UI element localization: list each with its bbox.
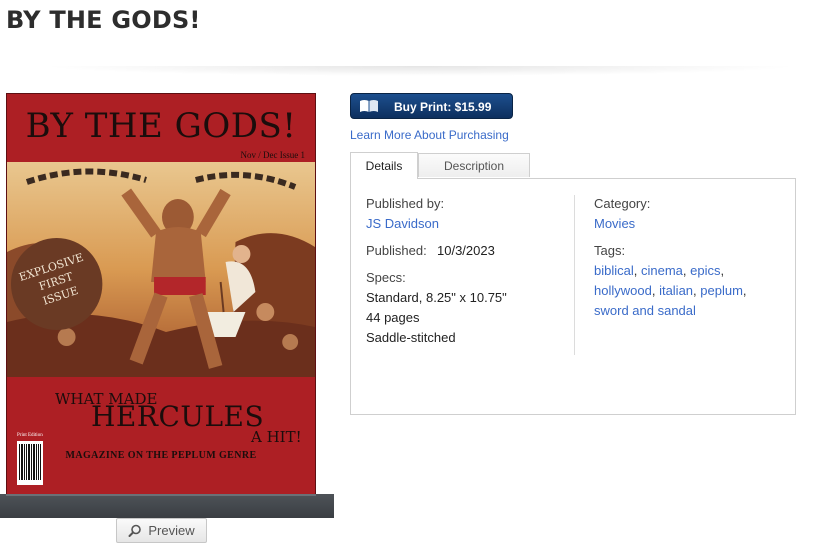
tag-link[interactable]: italian bbox=[659, 283, 693, 298]
tags-label: Tags: bbox=[594, 243, 626, 258]
tag-link[interactable]: cinema bbox=[641, 263, 683, 278]
specs-size: Standard, 8.25" x 10.75" bbox=[366, 290, 507, 305]
tags-row-1: biblical, cinema, epics, bbox=[594, 263, 725, 278]
display-shelf bbox=[0, 494, 334, 518]
magazine-cover[interactable]: BY THE GODS! Nov / Dec Issue 1 EXPLOSIVE… bbox=[6, 93, 316, 495]
preview-button[interactable]: Preview bbox=[116, 518, 207, 543]
preview-label: Preview bbox=[148, 523, 195, 538]
title-divider-shadow bbox=[40, 66, 800, 76]
barcode-icon bbox=[17, 441, 43, 485]
tags-row-3: sword and sandal bbox=[594, 303, 696, 318]
headline-line-2: HERCULES bbox=[91, 400, 265, 433]
published-by-label: Published by: bbox=[366, 196, 445, 211]
tab-description[interactable]: Description bbox=[418, 153, 530, 177]
cover-issue: Nov / Dec Issue 1 bbox=[240, 150, 306, 160]
author-link[interactable]: JS Davidson bbox=[366, 216, 439, 231]
category-link[interactable]: Movies bbox=[594, 216, 635, 231]
tab-details[interactable]: Details bbox=[350, 152, 418, 179]
buy-print-label: Buy Print: $15.99 bbox=[394, 100, 492, 114]
tag-link[interactable]: hollywood bbox=[594, 283, 652, 298]
magnifier-icon bbox=[128, 524, 142, 537]
details-panel: Published by: JS Davidson Published: 10/… bbox=[350, 178, 796, 415]
buy-print-button[interactable]: Buy Print: $15.99 bbox=[350, 93, 513, 119]
display-shelf-edge bbox=[6, 494, 316, 496]
tag-link[interactable]: biblical bbox=[594, 263, 634, 278]
tag-link[interactable]: epics bbox=[690, 263, 720, 278]
tag-link[interactable]: sword and sandal bbox=[594, 303, 696, 318]
category-label: Category: bbox=[594, 196, 651, 211]
book-icon bbox=[360, 100, 378, 112]
published-label: Published: bbox=[366, 243, 427, 258]
cover-title: BY THE GODS! bbox=[25, 106, 297, 146]
cover-artwork: EXPLOSIVE FIRST ISSUE bbox=[7, 162, 315, 377]
print-edition-label: Print Edition bbox=[17, 433, 43, 438]
published-date: 10/3/2023 bbox=[437, 243, 495, 258]
learn-more-link[interactable]: Learn More About Purchasing bbox=[350, 128, 509, 142]
tag-link[interactable]: peplum bbox=[700, 283, 743, 298]
specs-binding: Saddle-stitched bbox=[366, 330, 456, 345]
headline-line-4: MAGAZINE ON THE PEPLUM GENRE bbox=[65, 450, 257, 461]
tags-row-2: hollywood, italian, peplum, bbox=[594, 283, 747, 298]
specs-label: Specs: bbox=[366, 270, 406, 285]
specs-pages: 44 pages bbox=[366, 310, 420, 325]
headline-line-3: A HIT! bbox=[251, 428, 302, 446]
page-title: BY THE GODS! bbox=[6, 6, 201, 34]
column-divider bbox=[574, 195, 575, 355]
